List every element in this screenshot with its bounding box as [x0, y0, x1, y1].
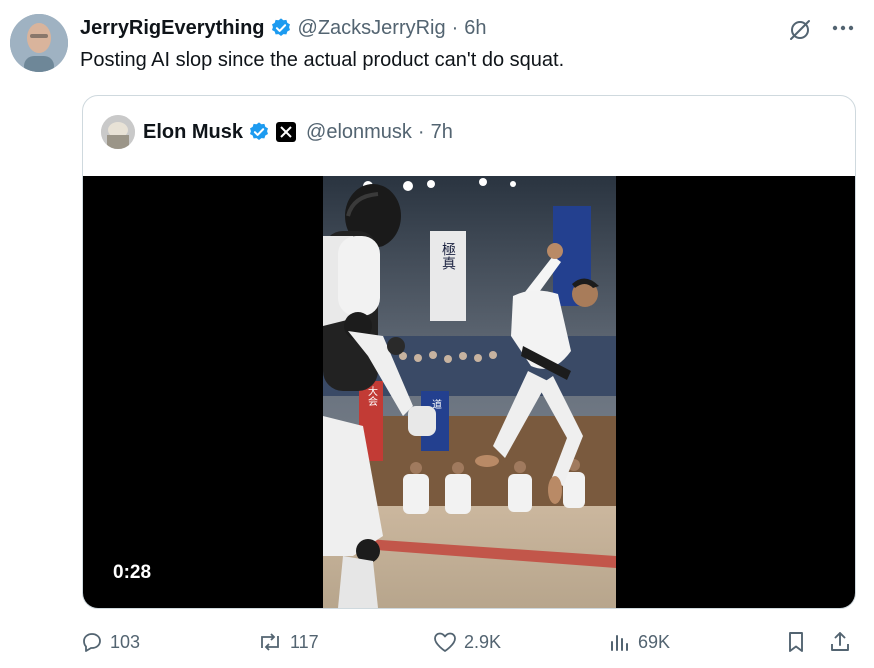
quoted-time[interactable]: 7h	[431, 121, 453, 144]
author-avatar[interactable]	[10, 14, 68, 72]
video-frame[interactable]: 極真 大会 道	[323, 176, 616, 608]
like-count: 2.9K	[464, 631, 502, 652]
like-button[interactable]: 2.9K	[432, 626, 501, 658]
tweet-header: JerryRigEverything @ZacksJerryRig · 6h	[80, 14, 487, 42]
reply-icon	[83, 633, 101, 652]
verified-badge-icon[interactable]	[270, 17, 292, 39]
separator-dot: ·	[451, 16, 459, 39]
reply-count: 103	[110, 631, 141, 652]
quoted-header: Elon Musk @elonmusk · 7h	[101, 115, 453, 149]
repost-button[interactable]: 117	[256, 626, 319, 658]
views-button[interactable]: 69K	[608, 626, 670, 658]
grok-icon[interactable]	[786, 16, 814, 44]
x-logo-icon	[276, 122, 297, 142]
tweet-time[interactable]: 6h	[464, 17, 486, 40]
action-bar: 103 117 2.9K 69K	[0, 626, 874, 658]
video-player[interactable]: 極真 大会 道 0:28	[83, 176, 855, 608]
quoted-handle[interactable]: @elonmusk	[306, 121, 412, 144]
bookmark-icon	[789, 632, 803, 652]
quoted-author-name[interactable]: Elon Musk	[143, 121, 243, 144]
quoted-avatar[interactable]	[101, 115, 135, 149]
separator-dot: ·	[417, 120, 425, 143]
video-duration: 0:28	[113, 562, 152, 583]
reply-button[interactable]: 103	[80, 626, 140, 658]
bookmark-button[interactable]	[784, 626, 814, 658]
share-button[interactable]	[828, 626, 858, 658]
share-icon	[831, 632, 849, 651]
quoted-tweet[interactable]: Elon Musk @elonmusk · 7h 極真 大会 道 0:28	[82, 95, 856, 609]
views-icon	[611, 635, 628, 651]
author-handle[interactable]: @ZacksJerryRig	[298, 17, 446, 40]
verified-badge-icon[interactable]	[248, 121, 270, 143]
repost-count: 117	[290, 631, 319, 652]
banner-center-text: 極真	[440, 242, 456, 270]
author-name[interactable]: JerryRigEverything	[80, 17, 265, 40]
like-icon	[434, 632, 456, 652]
repost-icon	[261, 633, 279, 651]
more-icon[interactable]	[828, 14, 858, 42]
views-count: 69K	[638, 631, 671, 652]
tweet-text: Posting AI slop since the actual product…	[80, 49, 565, 71]
